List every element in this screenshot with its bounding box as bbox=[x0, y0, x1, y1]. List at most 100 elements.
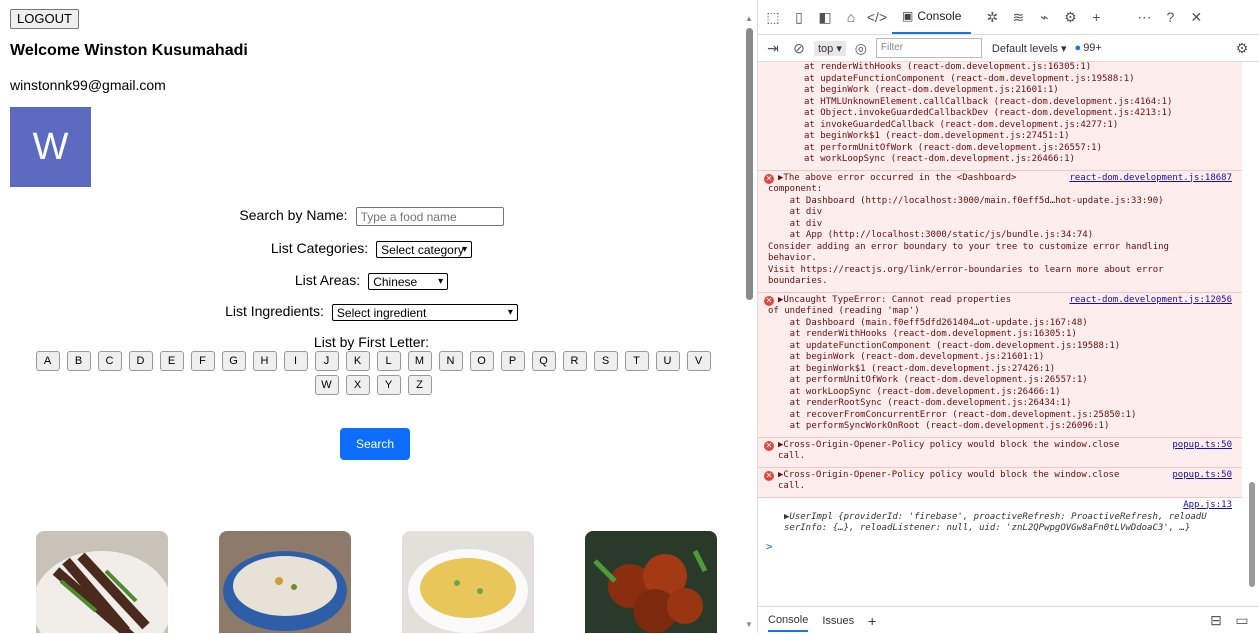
console-line: at Dashboard (http://localhost:3000/main… bbox=[768, 196, 1238, 208]
letter-button-o[interactable]: O bbox=[470, 351, 494, 371]
scroll-up-icon[interactable]: ▲ bbox=[745, 14, 753, 23]
letter-button-m[interactable]: M bbox=[408, 351, 432, 371]
letter-button-s[interactable]: S bbox=[594, 351, 618, 371]
ingredients-row: List Ingredients: Select ingredient▾ bbox=[0, 303, 743, 321]
elements-icon[interactable]: </> bbox=[866, 6, 888, 28]
letter-button-e[interactable]: E bbox=[160, 351, 184, 371]
home-icon[interactable]: ⌂ bbox=[840, 6, 862, 28]
error-5-source-link[interactable]: popup.ts:50 bbox=[1172, 470, 1232, 482]
letter-button-k[interactable]: K bbox=[346, 351, 370, 371]
console-scrollbar[interactable] bbox=[1246, 62, 1258, 602]
categories-label: List Categories: bbox=[271, 240, 368, 256]
categories-select[interactable]: Select category▾ bbox=[376, 241, 472, 258]
error-icon: ✕ bbox=[764, 471, 774, 481]
clear-console-icon[interactable]: ⊘ bbox=[788, 37, 810, 59]
letter-button-q[interactable]: Q bbox=[532, 351, 556, 371]
ingredients-select[interactable]: Select ingredient▾ bbox=[332, 304, 518, 321]
add-drawer-tab-icon[interactable]: + bbox=[868, 613, 876, 629]
device-icon[interactable]: ▯ bbox=[788, 6, 810, 28]
bug-icon[interactable]: ✲ bbox=[981, 6, 1003, 28]
letter-button-i[interactable]: I bbox=[284, 351, 308, 371]
console-error-1: at renderWithHooks (react-dom.developmen… bbox=[758, 62, 1242, 171]
error-4-head: ▶Cross-Origin-Opener-Policy policy would… bbox=[778, 440, 1238, 452]
drawer-close-icon[interactable]: ▭ bbox=[1231, 610, 1253, 632]
letter-button-f[interactable]: F bbox=[191, 351, 215, 371]
console-line: Visit https://reactjs.org/link/error-bou… bbox=[768, 265, 1238, 277]
letter-button-b[interactable]: B bbox=[67, 351, 91, 371]
letter-button-h[interactable]: H bbox=[253, 351, 277, 371]
search-button[interactable]: Search bbox=[340, 428, 410, 460]
tab-console[interactable]: ▣ Console bbox=[892, 0, 971, 34]
error-2-source-link[interactable]: react-dom.development.js:18687 bbox=[1069, 173, 1232, 185]
console-error-2: ✕ react-dom.development.js:18687 ▶The ab… bbox=[758, 171, 1242, 293]
app-viewport: LOGOUT Welcome Winston Kusumahadi winsto… bbox=[0, 0, 743, 633]
drawer-tab-console[interactable]: Console bbox=[768, 610, 808, 632]
eye-icon[interactable]: ◎ bbox=[850, 37, 872, 59]
settings-gear-icon[interactable]: ⚙ bbox=[1059, 6, 1081, 28]
logout-button[interactable]: LOGOUT bbox=[10, 9, 79, 29]
letter-button-r[interactable]: R bbox=[563, 351, 587, 371]
context-select[interactable]: top ▾ bbox=[814, 41, 846, 56]
letter-button-u[interactable]: U bbox=[656, 351, 680, 371]
page-scrollbar[interactable]: ▲ ▼ bbox=[743, 0, 758, 633]
letter-button-v[interactable]: V bbox=[687, 351, 711, 371]
food-image-4[interactable] bbox=[585, 531, 717, 633]
letter-button-l[interactable]: L bbox=[377, 351, 401, 371]
error-1-lines: at renderWithHooks (react-dom.developmen… bbox=[778, 62, 1238, 166]
console-settings-icon[interactable]: ⚙ bbox=[1231, 37, 1253, 59]
error-2-lines: component: at Dashboard (http://localhos… bbox=[768, 184, 1238, 288]
letter-button-w[interactable]: W bbox=[315, 375, 339, 395]
levels-select[interactable]: Default levels ▾ bbox=[992, 42, 1067, 55]
issues-count[interactable]: 99+ bbox=[1083, 42, 1102, 54]
letter-button-z[interactable]: Z bbox=[408, 375, 432, 395]
error-3-source-link[interactable]: react-dom.development.js:12056 bbox=[1069, 295, 1232, 307]
food-name-input[interactable] bbox=[356, 207, 504, 226]
letter-button-n[interactable]: N bbox=[439, 351, 463, 371]
error-4-source-link[interactable]: popup.ts:50 bbox=[1172, 440, 1232, 452]
help-icon[interactable]: ? bbox=[1159, 6, 1181, 28]
sidebar-toggle-icon[interactable]: ⇥ bbox=[762, 37, 784, 59]
filter-input[interactable]: Filter bbox=[876, 38, 982, 58]
error-3-lines: of undefined (reading 'map') at Dashboar… bbox=[768, 306, 1238, 433]
food-image-1[interactable] bbox=[36, 531, 168, 633]
letter-button-y[interactable]: Y bbox=[377, 375, 401, 395]
add-tab-icon[interactable]: + bbox=[1085, 6, 1107, 28]
letter-button-t[interactable]: T bbox=[625, 351, 649, 371]
food-image-2[interactable] bbox=[219, 531, 351, 633]
letter-button-c[interactable]: C bbox=[98, 351, 122, 371]
letter-button-d[interactable]: D bbox=[129, 351, 153, 371]
close-icon[interactable]: ✕ bbox=[1185, 6, 1207, 28]
inspect-icon[interactable]: ⬚ bbox=[762, 6, 784, 28]
letter-button-a[interactable]: A bbox=[36, 351, 60, 371]
dock-icon[interactable]: ⊟ bbox=[1205, 610, 1227, 632]
console-line: boundaries. bbox=[768, 276, 1238, 288]
ingredients-label: List Ingredients: bbox=[225, 303, 324, 319]
console-line: at beginWork (react-dom.development.js:2… bbox=[778, 85, 1238, 97]
letter-button-p[interactable]: P bbox=[501, 351, 525, 371]
more-icon[interactable]: ⋯ bbox=[1133, 6, 1155, 28]
console-line: at updateFunctionComponent (react-dom.de… bbox=[768, 341, 1238, 353]
console-prompt[interactable]: > bbox=[758, 539, 1242, 555]
console-line: at renderRootSync (react-dom.development… bbox=[768, 398, 1238, 410]
areas-select[interactable]: Chinese▾ bbox=[368, 273, 448, 290]
console-line: at recoverFromConcurrentError (react-dom… bbox=[768, 410, 1238, 422]
info-line-1[interactable]: ▶UserImpl {providerId: 'firebase', proac… bbox=[784, 512, 1238, 524]
letter-button-x[interactable]: X bbox=[346, 375, 370, 395]
areas-row: List Areas:Chinese▾ bbox=[0, 272, 743, 290]
performance-icon[interactable]: ⌁ bbox=[1033, 6, 1055, 28]
scroll-down-icon[interactable]: ▼ bbox=[745, 620, 753, 629]
info-source-link[interactable]: App.js:13 bbox=[1183, 500, 1232, 512]
console-line: at div bbox=[768, 207, 1238, 219]
categories-row: List Categories: Select category▾ bbox=[0, 240, 743, 258]
console-error-3: ✕ react-dom.development.js:12056 ▶Uncaug… bbox=[758, 293, 1242, 438]
page-scrollbar-thumb[interactable] bbox=[746, 28, 753, 300]
letter-button-g[interactable]: G bbox=[222, 351, 246, 371]
food-image-3[interactable] bbox=[402, 531, 534, 633]
wifi-icon[interactable]: ≋ bbox=[1007, 6, 1029, 28]
drawer-tab-issues[interactable]: Issues bbox=[822, 615, 854, 627]
letter-button-j[interactable]: J bbox=[315, 351, 339, 371]
sidebar-icon[interactable]: ◧ bbox=[814, 6, 836, 28]
categories-value: Select category bbox=[381, 243, 464, 257]
console-scrollbar-thumb[interactable] bbox=[1249, 482, 1255, 587]
console-error-4: ✕ popup.ts:50 ▶Cross-Origin-Opener-Polic… bbox=[758, 438, 1242, 468]
